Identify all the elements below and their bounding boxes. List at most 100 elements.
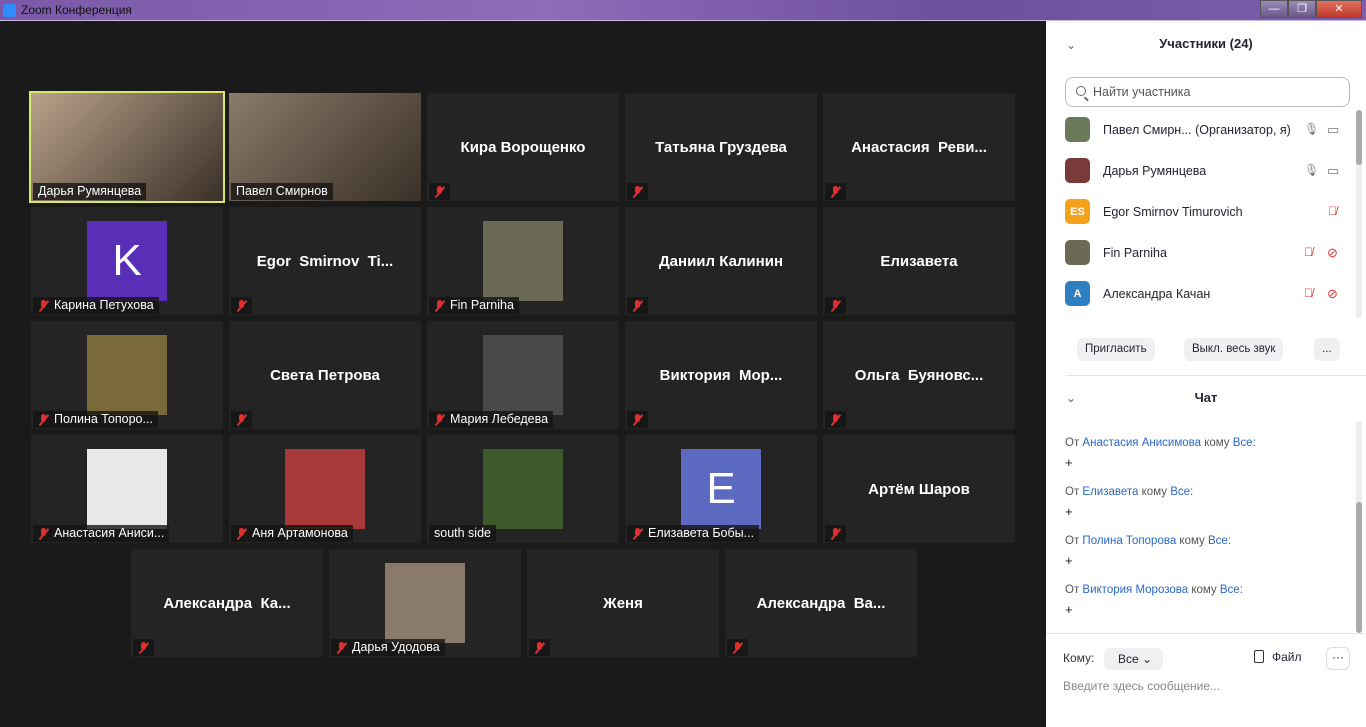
chat-input[interactable]: Введите здесь сообщение... — [1063, 679, 1220, 693]
name-label: Fin Parniha — [429, 297, 519, 314]
avatar — [1065, 240, 1090, 265]
name-label: Анастасия Аниси... — [33, 525, 170, 542]
participant-tile[interactable]: Анастасия Реви... — [823, 93, 1015, 201]
muted-mic-icon[interactable]: 🎙̸ — [1328, 204, 1337, 218]
video-off-icon[interactable]: ⊘ — [1327, 245, 1338, 261]
participant-name: Анастасия Реви... — [851, 139, 987, 156]
participant-item[interactable]: Павел Смирн... (Организатор, я) 🎙 ▭ — [1046, 109, 1354, 150]
minimize-button[interactable]: — — [1260, 0, 1288, 18]
participant-tile[interactable]: Женя — [527, 549, 719, 657]
avatar — [1065, 117, 1090, 142]
chat-scrollbar[interactable] — [1356, 421, 1362, 633]
muted-mic-icon[interactable]: 🎙̸ — [1304, 286, 1313, 300]
video-icon[interactable]: ▭ — [1327, 122, 1339, 138]
participant-tile[interactable]: Павел Смирнов — [229, 93, 421, 201]
sender-name[interactable]: Полина Топорова — [1082, 535, 1176, 547]
participants-more-button[interactable]: ... — [1314, 338, 1340, 361]
name-label — [825, 411, 846, 428]
participant-name: Дарья Румянцева — [1103, 164, 1207, 178]
participant-item[interactable]: A Александра Качан 🎙̸ ⊘ — [1046, 273, 1354, 314]
participant-tile[interactable]: Мария Лебедева — [427, 321, 619, 429]
search-placeholder: Найти участника — [1093, 85, 1191, 99]
participant-tile[interactable]: Дарья Румянцева — [29, 91, 225, 203]
participant-tile[interactable]: Елизавета — [823, 207, 1015, 315]
participant-tile[interactable]: south side — [427, 435, 619, 543]
chevron-down-icon: ⌄ — [1142, 652, 1153, 666]
participant-tile[interactable]: Александра Ва... — [725, 549, 917, 657]
participant-tile[interactable]: Fin Parniha — [427, 207, 619, 315]
chat-title: Чат — [1194, 390, 1218, 405]
message-text: + — [1065, 602, 1073, 617]
file-icon — [1254, 650, 1264, 663]
participant-tile[interactable]: Александра Ка... — [131, 549, 323, 657]
participant-name: Карина Петухова — [54, 298, 154, 312]
participant-tile[interactable]: Артём Шаров — [823, 435, 1015, 543]
mic-icon[interactable]: 🎙 — [1304, 163, 1319, 177]
name-label — [825, 183, 846, 200]
close-button[interactable]: ✕ — [1316, 0, 1362, 18]
participant-tile[interactable]: Аня Артамонова — [229, 435, 421, 543]
mic-icon[interactable]: 🎙 — [1304, 122, 1319, 136]
profile-picture — [483, 449, 563, 529]
video-off-icon[interactable]: ⊘ — [1327, 286, 1338, 302]
participant-tile[interactable]: Egor Smirnov Ti... — [229, 207, 421, 315]
sender-name[interactable]: Виктория Морозова — [1082, 584, 1188, 596]
zoom-app-icon — [3, 4, 16, 17]
avatar: ES — [1065, 199, 1090, 224]
participant-tile[interactable]: Ольга Буяновс... — [823, 321, 1015, 429]
participant-name: Александра Качан — [1103, 287, 1211, 301]
participant-name: Павел Смирн... (Организатор, я) — [1103, 123, 1291, 137]
muted-mic-icon — [732, 641, 743, 654]
name-label — [727, 639, 748, 656]
message-text: + — [1065, 504, 1073, 519]
to-label: кому — [1141, 486, 1167, 498]
muted-mic-icon — [830, 299, 841, 312]
profile-picture — [285, 449, 365, 529]
participant-name: Мария Лебедева — [450, 412, 549, 426]
participant-tile[interactable]: Даниил Калинин — [625, 207, 817, 315]
muted-mic-icon — [632, 299, 643, 312]
profile-picture — [483, 221, 563, 301]
name-label — [231, 411, 252, 428]
recipient-name[interactable]: Все: — [1233, 437, 1256, 449]
recipient-dropdown[interactable]: Все ⌄ — [1104, 648, 1163, 670]
muted-mic-icon — [632, 413, 643, 426]
participant-tile[interactable]: Анастасия Аниси... — [31, 435, 223, 543]
participant-name: Аня Артамонова — [252, 526, 348, 540]
file-button[interactable]: Файл — [1254, 650, 1302, 664]
participant-name: Артём Шаров — [868, 481, 970, 498]
participant-search-input[interactable]: Найти участника — [1065, 77, 1350, 107]
video-icon[interactable]: ▭ — [1327, 163, 1339, 179]
name-label: Дарья Румянцева — [33, 183, 147, 200]
participant-name: south side — [434, 526, 491, 540]
mute-all-button[interactable]: Выкл. весь звук — [1184, 338, 1284, 361]
participant-item[interactable]: Дарья Румянцева 🎙 ▭ — [1046, 150, 1354, 191]
file-label: Файл — [1272, 650, 1302, 664]
chat-more-button[interactable]: ··· — [1326, 647, 1350, 670]
participant-tile[interactable]: Виктория Мор... — [625, 321, 817, 429]
participants-scrollbar[interactable] — [1356, 110, 1362, 318]
participant-tile[interactable]: E Елизавета Бобы... — [625, 435, 817, 543]
muted-mic-icon[interactable]: 🎙̸ — [1304, 245, 1313, 259]
muted-mic-icon — [434, 185, 445, 198]
muted-mic-icon — [336, 641, 347, 654]
profile-picture — [483, 335, 563, 415]
invite-button[interactable]: Пригласить — [1077, 338, 1155, 361]
sender-name[interactable]: Елизавета — [1082, 486, 1138, 498]
participant-item[interactable]: ES Egor Smirnov Timurovich 🎙̸ — [1046, 191, 1354, 232]
participant-tile[interactable]: K Карина Петухова — [31, 207, 223, 315]
sender-name[interactable]: Анастасия Анисимова — [1082, 437, 1201, 449]
restore-button[interactable]: ❐ — [1288, 0, 1316, 18]
participant-tile[interactable]: Татьяна Груздева — [625, 93, 817, 201]
participant-tile[interactable]: Кира Ворощенко — [427, 93, 619, 201]
participant-tile[interactable]: Полина Топоро... — [31, 321, 223, 429]
recipient-name[interactable]: Все: — [1170, 486, 1193, 498]
name-label: Дарья Удодова — [331, 639, 445, 656]
recipient-name[interactable]: Все: — [1208, 535, 1231, 547]
muted-mic-icon — [434, 413, 445, 426]
divider — [1046, 633, 1366, 634]
participant-tile[interactable]: Света Петрова — [229, 321, 421, 429]
recipient-name[interactable]: Все: — [1220, 584, 1243, 596]
participant-item[interactable]: Fin Parniha 🎙̸ ⊘ — [1046, 232, 1354, 273]
participant-tile[interactable]: Дарья Удодова — [329, 549, 521, 657]
